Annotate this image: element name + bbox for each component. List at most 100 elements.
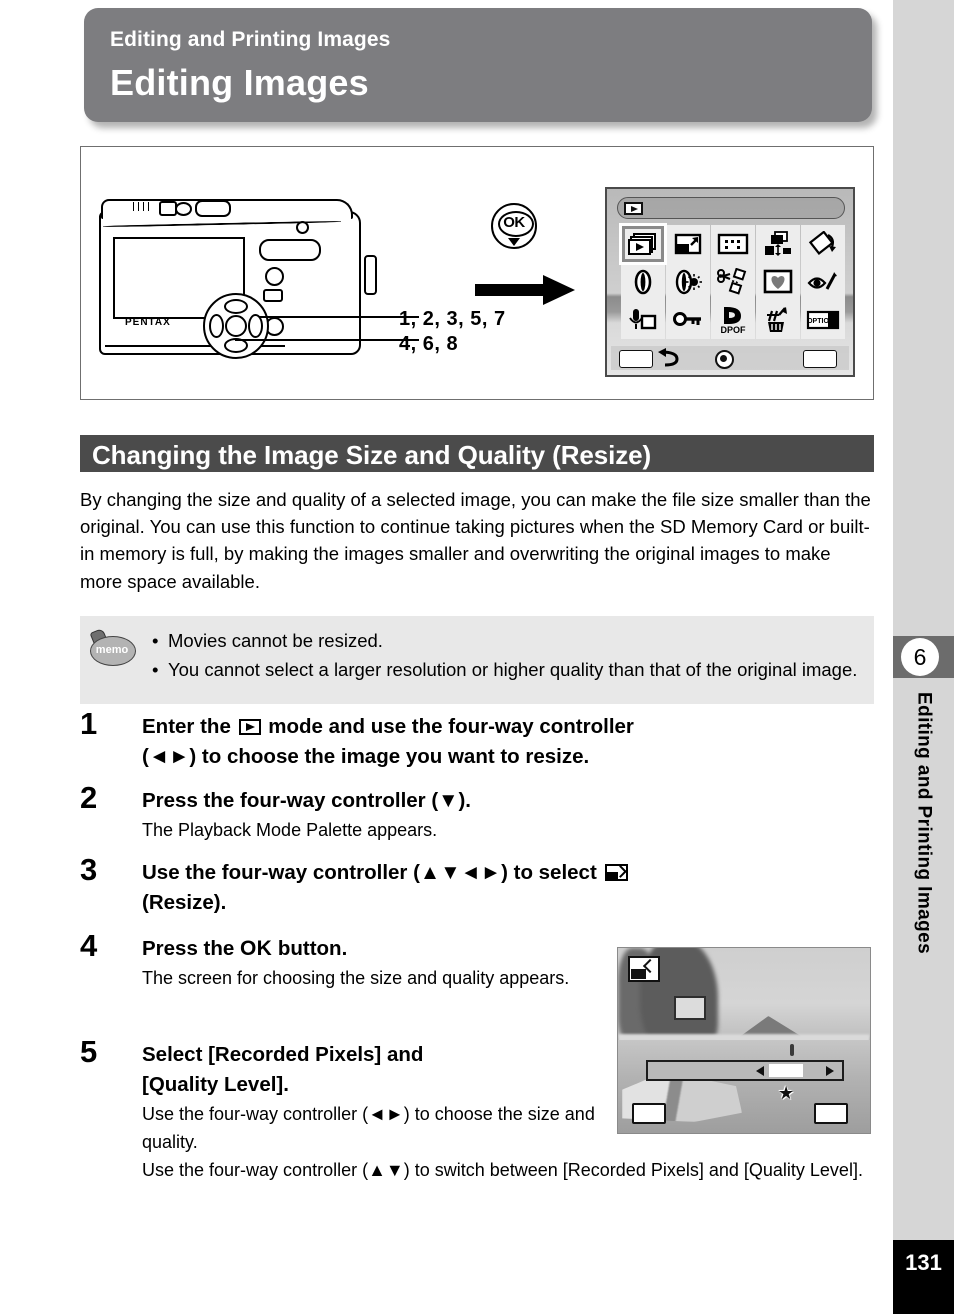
four-way-ok-pad [225,315,247,337]
palette-item-red-eye-compensation-icon[interactable] [801,263,845,301]
step-heading-text: (◄►) to choose the image you want to res… [142,745,590,768]
step-number: 3 [80,852,98,887]
resize-icon [628,956,660,982]
palette-item-resize-icon[interactable] [666,225,710,263]
camera-menu-button [263,289,283,302]
palette-item-image-rotation-icon[interactable] [801,225,845,263]
palette-item-image-copy-icon[interactable] [756,225,800,263]
step-heading: Use the four-way controller (▲▼◄►) to se… [142,858,872,918]
memo-badge-icon: memo [88,627,136,666]
palette-item-trim-icon[interactable] [711,225,755,263]
step-callout-line-2: 4, 6, 8 [399,333,459,355]
four-way-up-pad [224,299,248,314]
chapter-title-vertical: Editing and Printing Images [893,692,954,1092]
illustration-figure: PENTAX OK 1, 2, 3, 5, 7 4, 6, 8 DPOF OPT… [80,146,874,400]
chapter-number-tab: 6 [893,636,954,678]
step-heading-text: Press the [142,937,235,960]
step-heading-text: (Resize). [142,891,227,914]
step-number: 4 [80,928,98,963]
memo-item-list: Movies cannot be resized. You cannot sel… [150,626,862,684]
left-arrow-icon[interactable] [756,1066,764,1076]
resize-icon [604,864,628,881]
chapter-sidebar: 6 Editing and Printing Images 131 [893,0,954,1314]
page-header-banner: Editing and Printing Images Editing Imag… [84,8,872,122]
camera-four-way-controller [203,293,269,359]
arrow-shaft [475,284,545,296]
header-chapter-title: Editing and Printing Images [110,28,391,51]
preview-sign [674,996,706,1020]
step-number: 2 [80,780,98,815]
chapter-number: 6 [901,638,939,676]
svg-text:DPOF: DPOF [720,325,746,335]
palette-item-voice-memo-icon[interactable] [621,301,665,339]
guide-key-left [619,350,653,368]
back-arrow-icon [658,348,679,367]
ok-button-label: OK [503,214,525,231]
palette-item-heart-frame-icon[interactable] [756,263,800,301]
playback-mode-palette-screen: DPOF OPTIO [605,187,855,377]
quality-star-icon: ★ [778,1083,795,1103]
leader-line-top [259,316,419,318]
page-number-box: 131 [893,1240,954,1314]
playback-mode-icon [238,719,261,735]
step-heading: Select [Recorded Pixels] and [Quality Le… [142,1040,622,1100]
camera-speaker [159,201,177,216]
arrow-head [543,275,575,305]
palette-item-frame-composite-icon[interactable] [711,263,755,301]
camera-indicator-lamp [296,221,309,234]
preview-person [790,1044,794,1056]
step-description: Use the four-way controller (◄►) to choo… [142,1104,595,1152]
memo-item: You cannot select a larger resolution or… [150,655,862,684]
palette-item-dpof-icon[interactable]: DPOF [711,301,755,339]
page-title: Editing Images [110,62,369,103]
camera-power-button [175,202,192,216]
section-heading: Changing the Image Size and Quality (Res… [92,440,652,470]
camera-brand-label: PENTAX [125,317,171,328]
step-heading-text: Use the four-way controller (▲▼◄►) to se… [142,861,597,884]
svg-text:OPTIO: OPTIO [807,318,829,325]
palette-item-digital-filter-icon[interactable] [621,263,665,301]
down-arrow-icon [508,238,520,246]
step-heading-text: mode and use the four-way controller [268,715,634,738]
right-arrow-icon[interactable] [826,1066,834,1076]
flow-arrow-icon [475,275,575,305]
palette-icon-grid: DPOF OPTIO [619,223,845,339]
playback-mode-icon [624,202,643,215]
memo-item: Movies cannot be resized. [150,626,862,655]
palette-item-start-screen-icon[interactable]: OPTIO [801,301,845,339]
step-heading-text: [Quality Level]. [142,1073,289,1096]
section-header-bar: Changing the Image Size and Quality (Res… [80,435,874,472]
camera-vent-lines [133,202,151,211]
step-callout-line-1: 1, 2, 3, 5, 7 [399,308,506,330]
palette-item-protect-icon[interactable] [666,301,710,339]
step-callout-labels: 1, 2, 3, 5, 7 4, 6, 8 [399,307,506,357]
ok-button-label: OK [240,937,273,960]
camera-grip-detail [364,255,377,295]
step-heading-text: button. [277,937,348,960]
leader-line-bottom [235,339,419,341]
guide-key-right [803,350,837,368]
ok-button-glyph: OK [491,203,537,249]
palette-title-bar [617,197,845,219]
palette-item-brightness-filter-icon[interactable] [666,263,710,301]
section-intro-paragraph: By changing the size and quality of a se… [80,489,871,592]
step-heading: Press the four-way controller (▼). [142,789,471,812]
step-description-secondary: Use the four-way controller (▲▼) to swit… [142,1160,863,1180]
step-heading: Enter the mode and use the four-way cont… [142,712,872,772]
preview-guide-key-right [814,1103,848,1124]
guide-record-icon [715,350,734,369]
page-number: 131 [905,1250,942,1275]
camera-illustration: PENTAX [99,193,419,363]
resize-selection-bar[interactable] [646,1060,844,1081]
palette-item-delete-icon[interactable] [756,301,800,339]
chapter-title-text: Editing and Printing Images [913,692,935,955]
preview-guide-key-left [632,1103,666,1124]
camera-shutter-button [195,200,231,217]
step-item-1: 1 Enter the mode and use the four-way co… [80,706,872,784]
step-item-2: 2 Press the four-way controller (▼). The… [80,780,872,856]
resize-screen-preview: ★ [617,947,871,1134]
palette-bottom-guide-bar [611,346,849,370]
camera-green-button [265,267,284,286]
selected-value-field [769,1064,803,1077]
palette-item-slideshow-icon[interactable] [619,223,667,265]
